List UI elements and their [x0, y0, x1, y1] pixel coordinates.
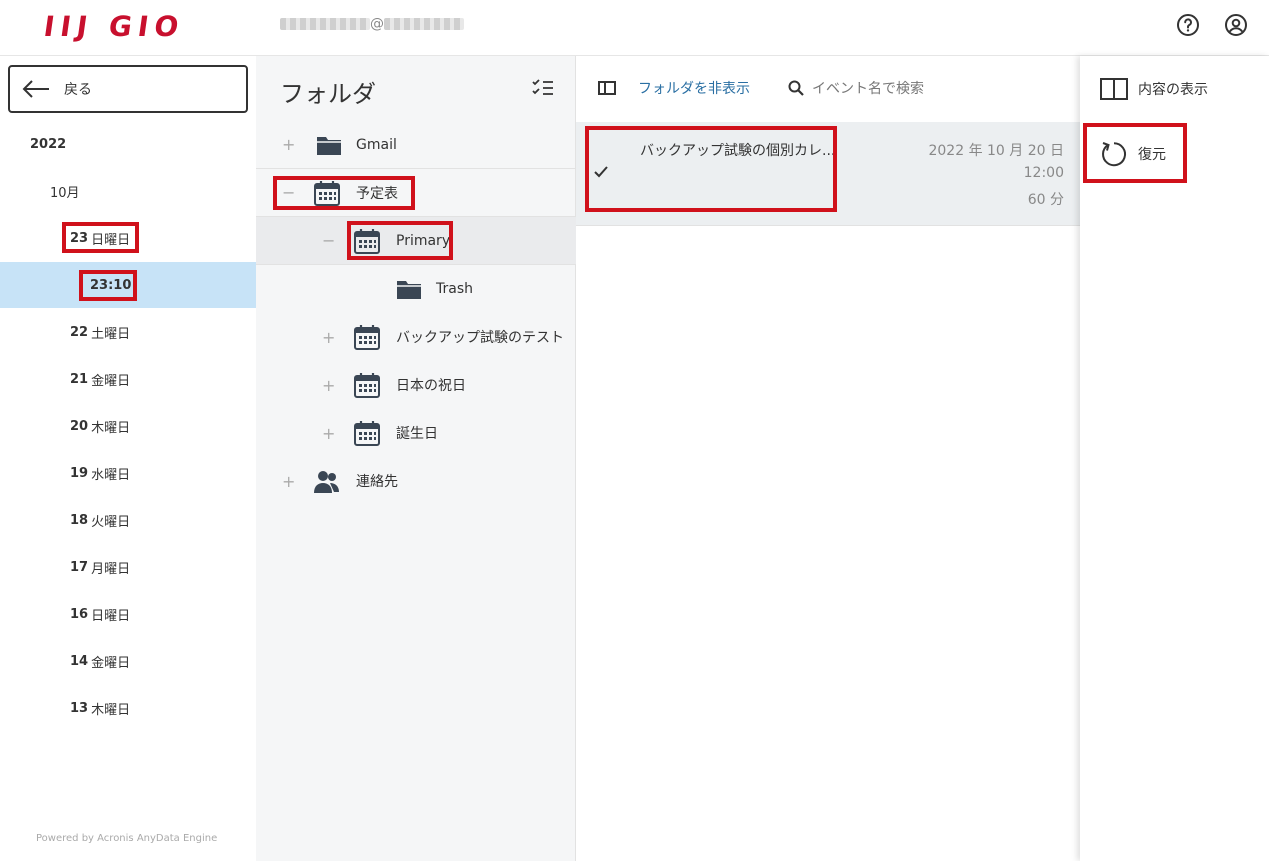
- search-icon: [788, 80, 804, 96]
- collapse-toggle[interactable]: −: [322, 231, 335, 250]
- date-item[interactable]: 20 木曜日: [0, 403, 256, 449]
- folder-item-holidays[interactable]: + 日本の祝日: [256, 361, 576, 409]
- calendar-icon: [354, 421, 380, 446]
- arrow-left-icon: [22, 80, 49, 98]
- brand-logo: IIJ GIO: [41, 10, 187, 43]
- year-item[interactable]: 2022: [0, 121, 256, 167]
- folder-item-backup-test[interactable]: + バックアップ試験のテスト: [256, 313, 576, 361]
- date-item[interactable]: 22 土曜日: [0, 309, 256, 355]
- event-title: バックアップ試験の個別カレ...: [640, 143, 836, 159]
- back-button[interactable]: 戻る: [8, 65, 248, 113]
- back-label: 戻る: [64, 82, 92, 98]
- panel-icon: [598, 81, 616, 95]
- event-search[interactable]: イベント名で検索: [788, 78, 924, 98]
- month-item[interactable]: 10月: [0, 168, 256, 214]
- date-sidebar: 戻る 2022 10月 23 日曜日 23:10 22 土曜日 21 金曜日 20 木曜…: [0, 56, 256, 861]
- date-item[interactable]: 16 日曜日: [0, 591, 256, 637]
- date-item[interactable]: 14 金曜日: [0, 638, 256, 684]
- header: IIJ GIO @: [0, 0, 1269, 56]
- search-placeholder: イベント名で検索: [812, 81, 924, 97]
- show-content-button[interactable]: 内容の表示: [1100, 78, 1208, 100]
- folder-item-birthdays[interactable]: + 誕生日: [256, 409, 576, 457]
- folder-item-trash[interactable]: Trash: [256, 265, 576, 313]
- date-item[interactable]: 13 木曜日: [0, 685, 256, 731]
- calendar-icon: [314, 180, 340, 206]
- date-item[interactable]: 18 火曜日: [0, 497, 256, 543]
- restore-button[interactable]: 復元: [1100, 140, 1166, 168]
- calendar-icon: [354, 373, 380, 398]
- help-icon[interactable]: [1176, 13, 1200, 37]
- expand-toggle[interactable]: +: [322, 328, 335, 347]
- restore-icon: [1102, 142, 1126, 167]
- event-time: 12:00: [1023, 165, 1064, 181]
- folder-icon: [397, 281, 421, 299]
- user-icon[interactable]: [1224, 13, 1248, 37]
- folder-item-calendar[interactable]: − 予定表: [256, 169, 576, 217]
- account-email: @: [280, 16, 464, 32]
- folder-item-primary[interactable]: − Primary: [256, 217, 576, 265]
- folder-panel: フォルダ + Gmail − 予定表 − Primary Trash + バック…: [256, 56, 576, 861]
- powered-by: Powered by Acronis AnyData Engine: [36, 833, 218, 844]
- folder-item-contacts[interactable]: + 連絡先: [256, 457, 576, 505]
- list-toolbar: フォルダを非表示 イベント名で検索: [576, 56, 1080, 122]
- checkmark-icon[interactable]: [594, 166, 608, 178]
- date-item[interactable]: 21 金曜日: [0, 356, 256, 402]
- expand-toggle[interactable]: +: [282, 135, 295, 154]
- redacted-text: [384, 18, 464, 30]
- expand-toggle[interactable]: +: [282, 472, 295, 491]
- date-item-23[interactable]: 23 日曜日: [0, 215, 256, 261]
- expand-toggle[interactable]: +: [322, 376, 335, 395]
- event-list: バックアップ試験の個別カレ... 2022 年 10 月 20 日 12:00 …: [576, 122, 1080, 861]
- date-item[interactable]: 17 月曜日: [0, 544, 256, 590]
- collapse-toggle[interactable]: −: [282, 183, 295, 202]
- date-item[interactable]: 19 水曜日: [0, 450, 256, 496]
- expand-toggle[interactable]: +: [322, 424, 335, 443]
- event-date: 2022 年 10 月 20 日: [928, 143, 1064, 159]
- calendar-icon: [354, 325, 380, 350]
- folder-panel-title: フォルダ: [280, 80, 376, 108]
- time-item-selected[interactable]: 23:10: [0, 262, 256, 308]
- action-panel: 内容の表示 復元: [1080, 56, 1269, 861]
- hide-folder-button[interactable]: フォルダを非表示: [598, 78, 750, 98]
- redacted-text: [280, 18, 370, 30]
- contacts-icon: [314, 471, 339, 493]
- folder-icon: [317, 136, 341, 155]
- calendar-icon: [354, 228, 380, 254]
- event-duration: 60 分: [1027, 192, 1064, 208]
- event-row[interactable]: バックアップ試験の個別カレ... 2022 年 10 月 20 日 12:00 …: [576, 122, 1080, 226]
- split-view-icon: [1100, 78, 1128, 100]
- select-mode-icon[interactable]: [532, 78, 554, 98]
- folder-item-gmail[interactable]: + Gmail: [256, 121, 576, 169]
